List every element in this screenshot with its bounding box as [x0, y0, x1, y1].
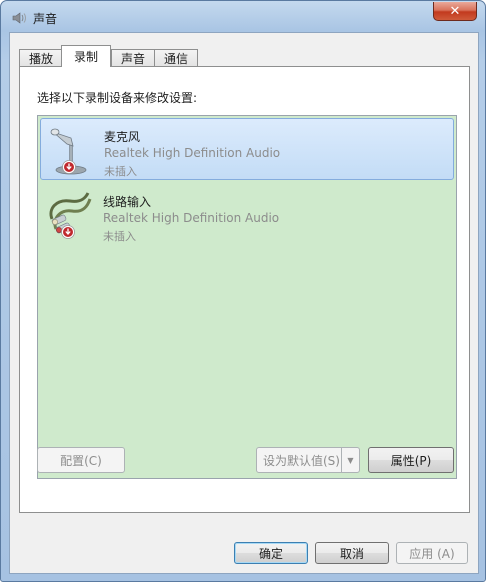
- line-in-cable-icon: [49, 192, 92, 239]
- device-item-microphone[interactable]: 麦克风 Realtek High Definition Audio 未插入: [40, 118, 454, 180]
- configure-button[interactable]: 配置(C): [37, 447, 125, 473]
- instruction-text: 选择以下录制设备来修改设置:: [37, 91, 198, 105]
- tab-strip: 播放 录制 声音 通信: [19, 45, 199, 67]
- tab-sounds[interactable]: 声音: [111, 49, 156, 67]
- set-default-label: 设为默认值(S): [263, 453, 340, 468]
- apply-button[interactable]: 应用 (A): [396, 542, 468, 564]
- set-default-split-button[interactable]: 设为默认值(S) ▼: [256, 447, 360, 473]
- tab-playback[interactable]: 播放: [19, 49, 64, 67]
- title-bar[interactable]: 声音 ✕: [1, 1, 485, 33]
- close-icon: ✕: [449, 3, 461, 19]
- close-button[interactable]: ✕: [433, 2, 477, 21]
- device-driver: Realtek High Definition Audio: [104, 146, 281, 160]
- window-title: 声音: [33, 12, 58, 26]
- tab-communications[interactable]: 通信: [154, 49, 199, 67]
- dialog-client-area: 播放 录制 声音 通信 选择以下录制设备来修改设置: 麦克风 Realtek H…: [9, 32, 479, 574]
- device-status: 未插入: [103, 230, 136, 243]
- microphone-icon: [50, 128, 87, 175]
- device-driver: Realtek High Definition Audio: [103, 211, 280, 225]
- device-name: 线路输入: [103, 195, 152, 209]
- tab-recording[interactable]: 录制: [61, 45, 112, 67]
- device-item-line-in[interactable]: 线路输入 Realtek High Definition Audio 未插入: [40, 184, 454, 246]
- device-status: 未插入: [104, 165, 137, 178]
- properties-button[interactable]: 属性(P): [368, 447, 454, 473]
- dropdown-arrow-icon[interactable]: ▼: [341, 448, 359, 472]
- ok-button[interactable]: 确定: [234, 542, 308, 564]
- device-list[interactable]: 麦克风 Realtek High Definition Audio 未插入 线路…: [37, 115, 457, 479]
- speaker-icon: [12, 12, 26, 24]
- cancel-button[interactable]: 取消: [315, 542, 389, 564]
- device-name: 麦克风: [104, 130, 141, 144]
- sound-dialog-window: 声音 ✕ 播放 录制 声音 通信 选择以下录制设备来修改设置: 麦克风 Real…: [0, 0, 486, 582]
- recording-tab-panel: 选择以下录制设备来修改设置: 麦克风 Realtek High Definiti…: [19, 66, 470, 513]
